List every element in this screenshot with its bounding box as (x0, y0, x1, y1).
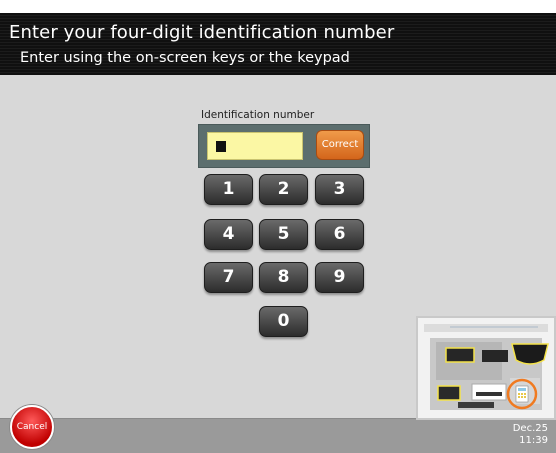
key-6[interactable]: 6 (315, 219, 364, 250)
correct-button[interactable]: Correct (316, 130, 364, 160)
key-3[interactable]: 3 (315, 174, 364, 205)
header: Enter your four-digit identification num… (0, 13, 556, 75)
key-4[interactable]: 4 (204, 219, 253, 250)
time-text: 11:39 (519, 435, 548, 446)
cancel-button[interactable]: Cancel (10, 405, 54, 449)
page-subtitle: Enter using the on-screen keys or the ke… (20, 50, 350, 66)
key-7[interactable]: 7 (204, 262, 253, 293)
printer-device-illustration-icon (416, 316, 556, 420)
key-1[interactable]: 1 (204, 174, 253, 205)
screen: Enter your four-digit identification num… (0, 13, 556, 453)
key-5[interactable]: 5 (259, 219, 308, 250)
date-time-display: Dec.25 11:39 (513, 423, 548, 447)
id-entry-panel: Correct (198, 124, 370, 168)
key-8[interactable]: 8 (259, 262, 308, 293)
page-title: Enter your four-digit identification num… (9, 22, 395, 43)
id-number-input[interactable] (207, 132, 303, 160)
id-number-label: Identification number (201, 109, 315, 121)
key-0[interactable]: 0 (259, 306, 308, 337)
input-cursor (216, 141, 226, 152)
key-9[interactable]: 9 (315, 262, 364, 293)
date-text: Dec.25 (512, 423, 548, 434)
key-2[interactable]: 2 (259, 174, 308, 205)
footer-bar (0, 418, 556, 453)
